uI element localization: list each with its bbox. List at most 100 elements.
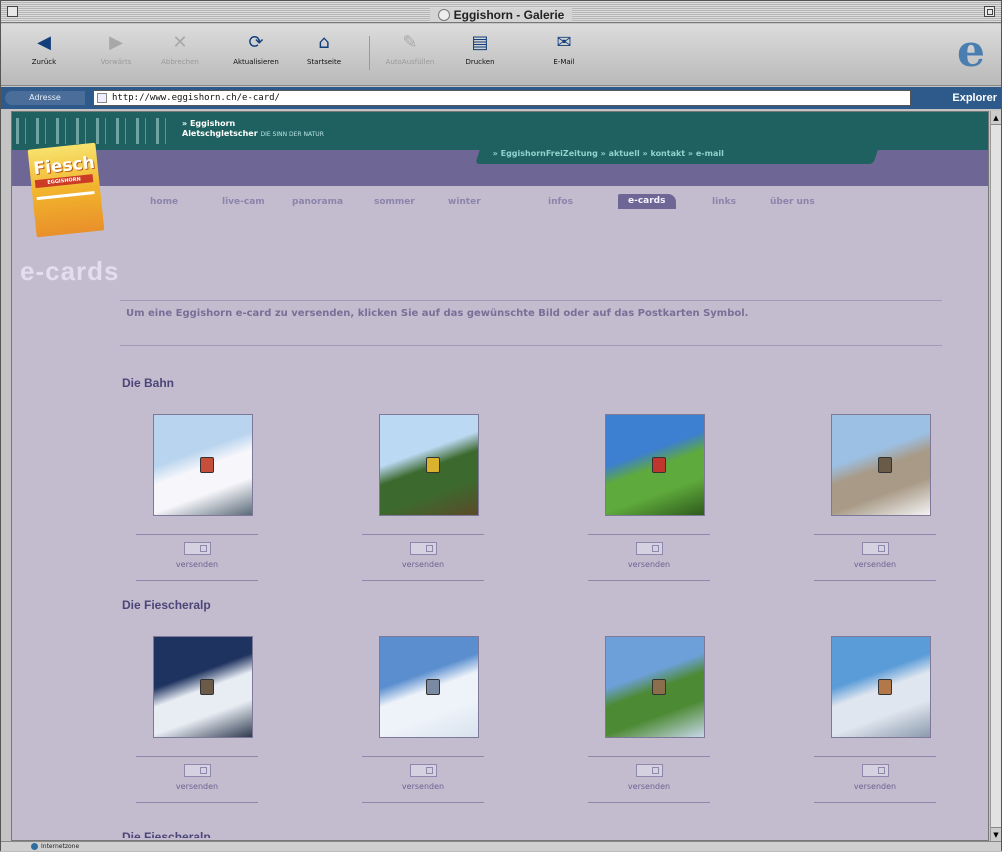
- back-button[interactable]: ◀ Zurück: [11, 32, 77, 66]
- pencil-icon: ✎: [402, 32, 418, 53]
- send-link[interactable]: versenden: [814, 782, 936, 791]
- nav-item-infos[interactable]: infos: [548, 197, 573, 207]
- vertical-scrollbar[interactable]: ▲ ▼: [990, 111, 1001, 841]
- autofill-button[interactable]: ✎ AutoAusfüllen: [377, 32, 443, 66]
- send-link[interactable]: versenden: [588, 782, 710, 791]
- status-bar: Internetzone: [1, 841, 1001, 851]
- nav-item-panorama[interactable]: panorama: [292, 197, 343, 207]
- divider: [136, 756, 258, 757]
- brand-subtitle: Aletschgletscher: [182, 129, 258, 138]
- print-button[interactable]: ▤ Drucken: [447, 32, 513, 66]
- send-link[interactable]: versenden: [362, 782, 484, 791]
- refresh-button[interactable]: ⟳ Aktualisieren: [223, 32, 289, 66]
- section-title: Die Fiescheralp: [122, 598, 211, 612]
- divider: [362, 756, 484, 757]
- address-url: http://www.eggishorn.ch/e-card/: [112, 93, 280, 103]
- top-links-tab: » EggishornFreiZeitung » aktuell » konta…: [475, 147, 879, 164]
- divider: [136, 534, 258, 535]
- home-icon: ⌂: [318, 32, 330, 53]
- ecard-thumbnail[interactable]: [153, 636, 253, 738]
- web-page: » Eggishorn Aletschgletscher DIE SINN DE…: [11, 111, 989, 841]
- ecard-thumbnail[interactable]: [605, 414, 705, 516]
- mail-label: E-Mail: [553, 58, 575, 66]
- home-button[interactable]: ⌂ Startseite: [291, 32, 357, 66]
- page-title: e-cards: [20, 256, 120, 286]
- divider: [588, 756, 710, 757]
- explorer-button[interactable]: Explorer: [913, 90, 999, 106]
- postcard-icon[interactable]: [410, 542, 437, 555]
- ecard-thumbnail[interactable]: [605, 636, 705, 738]
- forward-button[interactable]: ▶ Vorwärts: [83, 32, 149, 66]
- nav-item-home[interactable]: home: [150, 197, 178, 207]
- autofill-label: AutoAusfüllen: [385, 58, 435, 66]
- mail-button[interactable]: ✉ E-Mail: [531, 32, 597, 66]
- logo-stripe: [36, 191, 95, 201]
- divider: [588, 580, 710, 581]
- refresh-icon: ⟳: [248, 32, 264, 53]
- send-link[interactable]: versenden: [362, 560, 484, 569]
- divider: [362, 534, 484, 535]
- scroll-up-arrow-icon[interactable]: ▲: [991, 111, 1001, 125]
- postcard-icon[interactable]: [862, 542, 889, 555]
- cable-car-icon: [652, 679, 666, 695]
- postcard-icon[interactable]: [184, 542, 211, 555]
- page-icon: [97, 93, 107, 103]
- postcard-icon[interactable]: [184, 764, 211, 777]
- postcard-icon[interactable]: [862, 764, 889, 777]
- stop-button[interactable]: ✕ Abbrechen: [147, 32, 213, 66]
- nav-item-sommer[interactable]: sommer: [374, 197, 415, 207]
- send-link[interactable]: versenden: [588, 560, 710, 569]
- divider: [136, 580, 258, 581]
- stop-label: Abbrechen: [161, 58, 199, 66]
- nav-item-winter[interactable]: winter: [448, 197, 481, 207]
- ecard-thumbnail[interactable]: [379, 414, 479, 516]
- nav-item-über-uns[interactable]: über uns: [770, 197, 815, 207]
- section-title: Die Fiescheralp: [122, 830, 211, 841]
- address-label: Adresse: [5, 91, 85, 105]
- stop-icon: ✕: [172, 32, 188, 53]
- print-label: Drucken: [465, 58, 495, 66]
- forward-label: Vorwärts: [100, 58, 132, 66]
- cable-car-icon: [878, 457, 892, 473]
- forward-arrow-icon: ▶: [109, 32, 123, 53]
- cable-car-icon: [426, 679, 440, 695]
- section-title: Die Bahn: [122, 376, 175, 390]
- refresh-label: Aktualisieren: [233, 58, 279, 66]
- title-bar[interactable]: Eggishorn - Galerie: [1, 1, 1001, 23]
- header-stripes: [16, 118, 166, 144]
- send-link[interactable]: versenden: [814, 560, 936, 569]
- divider: [814, 802, 936, 803]
- ecard-thumbnail[interactable]: [831, 636, 931, 738]
- send-link[interactable]: versenden: [136, 560, 258, 569]
- fiesch-logo[interactable]: Fiesch EGGISHORN: [27, 142, 105, 238]
- status-zone: Internetzone: [41, 843, 80, 850]
- postcard-icon[interactable]: [636, 542, 663, 555]
- divider: [588, 534, 710, 535]
- postcard-icon[interactable]: [636, 764, 663, 777]
- window-title-wrap: Eggishorn - Galerie: [1, 4, 1001, 23]
- toolbar-separator: [369, 36, 370, 70]
- brand-block: » Eggishorn Aletschgletscher DIE SINN DE…: [182, 119, 324, 140]
- nav-item-live-cam[interactable]: live-cam: [222, 197, 265, 207]
- ecard-thumbnail[interactable]: [379, 636, 479, 738]
- ecard-thumbnail[interactable]: [831, 414, 931, 516]
- nav-item-e-cards[interactable]: e-cards: [618, 194, 676, 209]
- address-field[interactable]: http://www.eggishorn.ch/e-card/: [93, 90, 911, 106]
- explorer-logo-icon: e: [957, 26, 985, 77]
- mail-icon: ✉: [556, 32, 572, 53]
- intro-text: Um eine Eggishorn e-card zu versenden, k…: [126, 308, 749, 319]
- cable-car-icon: [652, 457, 666, 473]
- divider: [362, 802, 484, 803]
- divider: [588, 802, 710, 803]
- postcard-icon[interactable]: [410, 764, 437, 777]
- address-bar: Adresse http://www.eggishorn.ch/e-card/ …: [1, 87, 1001, 109]
- zoom-box-icon[interactable]: [984, 6, 995, 17]
- browser-toolbar: ◀ Zurück ▶ Vorwärts ✕ Abbrechen ⟳ Aktualisie…: [1, 24, 1001, 86]
- scroll-down-arrow-icon[interactable]: ▼: [991, 827, 1001, 841]
- top-links[interactable]: » EggishornFreiZeitung » aktuell » konta…: [493, 149, 724, 158]
- nav-item-links[interactable]: links: [712, 197, 736, 207]
- send-link[interactable]: versenden: [136, 782, 258, 791]
- ecard-thumbnail[interactable]: [153, 414, 253, 516]
- brand-title: » Eggishorn: [182, 119, 236, 128]
- main-nav: home live-cam panorama sommer winter infos e-c…: [138, 194, 858, 213]
